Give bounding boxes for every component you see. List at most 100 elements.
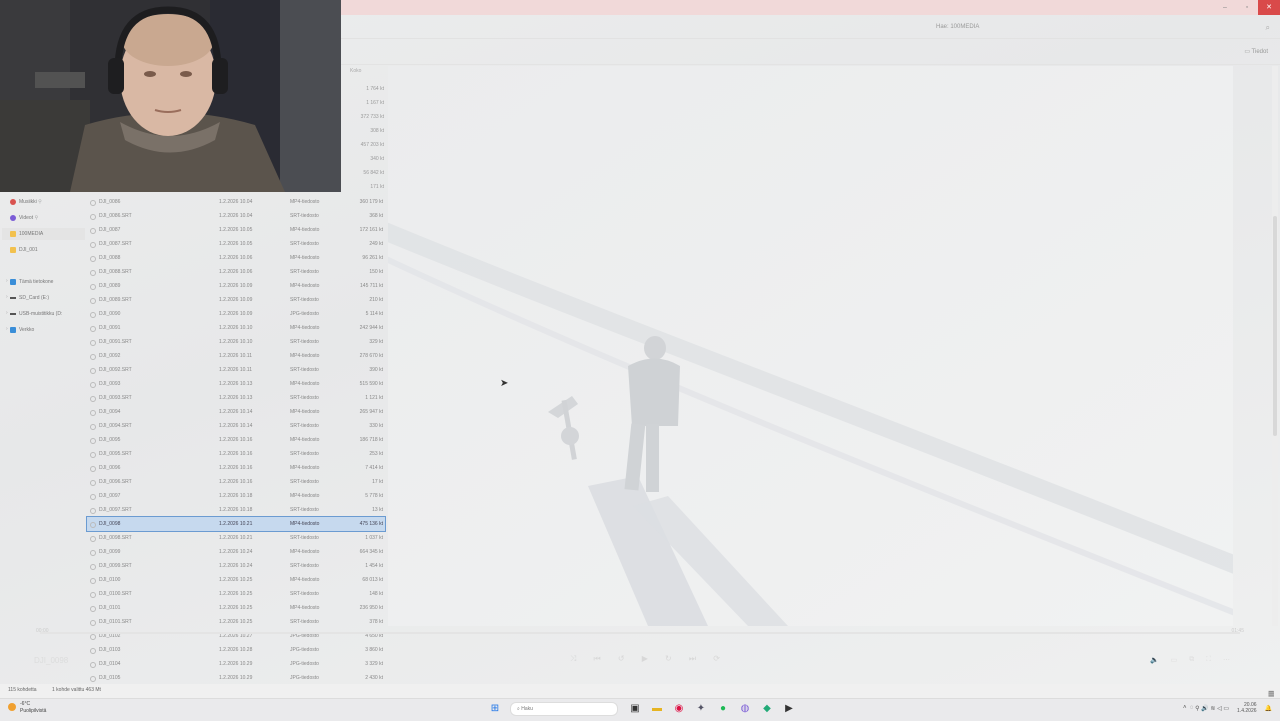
taskbar-search[interactable]: ⌕ Haku bbox=[510, 702, 618, 716]
nav-item-network[interactable]: Verkko bbox=[10, 324, 34, 336]
file-row[interactable]: DJI_0098.SRT 1.2.2026 10.21 SRT-tiedosto 1 … bbox=[87, 531, 385, 545]
browser-icon[interactable]: ◉ bbox=[672, 702, 686, 716]
volume-icon[interactable]: 🔈 bbox=[1150, 656, 1159, 664]
nav-item-100media[interactable]: 100MEDIA bbox=[2, 228, 85, 240]
repeat-icon[interactable]: ⟳ bbox=[713, 654, 720, 666]
file-row[interactable]: DJI_0101 1.2.2026 10.25 MP4-tiedosto 236 95… bbox=[87, 601, 385, 615]
chevron-right-icon[interactable]: › bbox=[6, 326, 8, 332]
miniplayer-icon[interactable]: ⧉ bbox=[1189, 656, 1194, 664]
chevron-up-icon[interactable]: ˄ bbox=[1183, 705, 1187, 711]
file-row[interactable]: DJI_0090 1.2.2026 10.09 JPG-tiedosto 5 114 … bbox=[87, 307, 385, 321]
nav-item-dji001[interactable]: DJI_001 bbox=[10, 244, 38, 256]
network-icon[interactable]: ◌ bbox=[1190, 705, 1194, 711]
file-date: 1.2.2026 10.09 bbox=[219, 283, 253, 289]
nav-item-videos[interactable]: Videot ⚲ bbox=[10, 212, 38, 224]
search-icon[interactable]: ⌕ bbox=[1266, 23, 1270, 33]
chevron-right-icon[interactable]: › bbox=[6, 310, 8, 316]
file-type: JPG-tiedosto bbox=[290, 661, 319, 667]
notification-bell-icon[interactable]: 🔔 bbox=[1265, 705, 1272, 712]
media-player-icon[interactable]: ▶ bbox=[782, 702, 796, 716]
file-row[interactable]: DJI_0091.SRT 1.2.2026 10.10 SRT-tiedosto 32… bbox=[87, 335, 385, 349]
file-row[interactable]: DJI_0089.SRT 1.2.2026 10.09 SRT-tiedosto 21… bbox=[87, 293, 385, 307]
forward-icon[interactable]: ↻ bbox=[665, 654, 672, 666]
file-row[interactable]: DJI_0104 1.2.2026 10.29 JPG-tiedosto 3 329 … bbox=[87, 657, 385, 671]
file-row[interactable]: DJI_0097.SRT 1.2.2026 10.18 SRT-tiedosto 13… bbox=[87, 503, 385, 517]
chevron-right-icon[interactable]: › bbox=[6, 294, 8, 300]
cast-icon[interactable]: ▭ bbox=[1171, 656, 1178, 664]
file-row[interactable]: DJI_0094.SRT 1.2.2026 10.14 SRT-tiedosto 33… bbox=[87, 419, 385, 433]
wifi-icon[interactable]: ≋ bbox=[1210, 705, 1215, 712]
speaker-icon[interactable]: ◁ bbox=[1217, 705, 1222, 712]
file-row[interactable]: DJI_0103 1.2.2026 10.28 JPG-tiedosto 3 860 … bbox=[87, 643, 385, 657]
video-frame[interactable] bbox=[388, 66, 1233, 626]
close-button[interactable]: ✕ bbox=[1258, 0, 1280, 15]
battery-icon[interactable]: ▭ bbox=[1223, 705, 1229, 712]
task-view-icon[interactable]: ▣ bbox=[628, 702, 642, 716]
scrollbar[interactable] bbox=[1272, 66, 1278, 626]
tiles-view-icon[interactable]: ▦ bbox=[1268, 690, 1275, 698]
file-date: 1.2.2026 10.24 bbox=[219, 563, 253, 569]
volume-icon[interactable]: 🔊 bbox=[1201, 705, 1208, 712]
previous-icon[interactable]: ⏮ bbox=[594, 654, 601, 666]
nav-item-usb[interactable]: USB-muistitikku (D: bbox=[10, 308, 62, 320]
file-row[interactable]: DJI_0088.SRT 1.2.2026 10.06 SRT-tiedosto 15… bbox=[87, 265, 385, 279]
clock[interactable]: 20.06 1.4.2026 bbox=[1237, 702, 1256, 714]
file-row[interactable]: DJI_0101.SRT 1.2.2026 10.25 SRT-tiedosto 37… bbox=[87, 615, 385, 629]
rewind-icon[interactable]: ↺ bbox=[618, 654, 625, 666]
size-column-header[interactable]: Koko bbox=[350, 68, 361, 74]
file-row[interactable]: DJI_0097 1.2.2026 10.18 MP4-tiedosto 5 778 … bbox=[87, 489, 385, 503]
file-row[interactable]: DJI_0096 1.2.2026 10.16 MP4-tiedosto 7 414 … bbox=[87, 461, 385, 475]
file-row[interactable]: DJI_0087.SRT 1.2.2026 10.05 SRT-tiedosto 24… bbox=[87, 237, 385, 251]
file-row[interactable]: DJI_0086 1.2.2026 10.04 MP4-tiedosto 360 17… bbox=[87, 195, 385, 209]
file-type: JPG-tiedosto bbox=[290, 647, 319, 653]
discord-icon[interactable]: ◍ bbox=[738, 702, 752, 716]
usb-icon[interactable]: ⚲ bbox=[1195, 705, 1199, 712]
file-row[interactable]: DJI_0095.SRT 1.2.2026 10.16 SRT-tiedosto 25… bbox=[87, 447, 385, 461]
file-row[interactable]: DJI_0099.SRT 1.2.2026 10.24 SRT-tiedosto 1 … bbox=[87, 559, 385, 573]
nav-item-music[interactable]: Musiikki ⚲ bbox=[10, 196, 42, 208]
search-bar[interactable]: Hae: 100MEDIA ⌕ bbox=[341, 18, 1280, 39]
file-row[interactable]: DJI_0086.SRT 1.2.2026 10.04 SRT-tiedosto 36… bbox=[87, 209, 385, 223]
file-icon bbox=[90, 550, 96, 556]
chevron-right-icon[interactable]: › bbox=[6, 278, 8, 284]
file-row[interactable]: DJI_0091 1.2.2026 10.10 MP4-tiedosto 242 94… bbox=[87, 321, 385, 335]
weather-widget[interactable]: -6°C Puolipilvistä bbox=[8, 701, 46, 715]
file-row[interactable]: DJI_0105 1.2.2026 10.29 JPG-tiedosto 2 430 … bbox=[87, 671, 385, 685]
fullscreen-icon[interactable]: ⛶ bbox=[1206, 656, 1211, 664]
file-explorer-icon[interactable]: ▬ bbox=[650, 702, 664, 716]
play-icon[interactable]: ▶ bbox=[642, 654, 648, 666]
nav-item-this-pc[interactable]: Tämä tietokone bbox=[10, 276, 53, 288]
app-icon[interactable]: ◆ bbox=[760, 702, 774, 716]
file-size: 186 718 kt bbox=[359, 437, 383, 443]
search-input[interactable]: Hae: 100MEDIA bbox=[936, 24, 979, 30]
file-type: SRT-tiedosto bbox=[290, 591, 319, 597]
file-row[interactable]: DJI_0098 1.2.2026 10.21 MP4-tiedosto 475 13… bbox=[86, 516, 386, 532]
file-row[interactable]: DJI_0095 1.2.2026 10.16 MP4-tiedosto 186 71… bbox=[87, 433, 385, 447]
file-row[interactable]: DJI_0096.SRT 1.2.2026 10.16 SRT-tiedosto 17… bbox=[87, 475, 385, 489]
file-row[interactable]: DJI_0087 1.2.2026 10.05 MP4-tiedosto 172 16… bbox=[87, 223, 385, 237]
nav-label: Musiikki bbox=[19, 199, 37, 205]
file-row[interactable]: DJI_0094 1.2.2026 10.14 MP4-tiedosto 265 94… bbox=[87, 405, 385, 419]
minimize-button[interactable]: – bbox=[1214, 0, 1236, 15]
file-row[interactable]: DJI_0093.SRT 1.2.2026 10.13 SRT-tiedosto 1 … bbox=[87, 391, 385, 405]
seek-bar[interactable] bbox=[40, 632, 1240, 634]
shuffle-icon[interactable]: ⤨ bbox=[570, 654, 576, 666]
details-button[interactable]: ▭ Tiedot bbox=[1244, 48, 1268, 55]
more-icon[interactable]: ⋯ bbox=[1223, 656, 1230, 664]
file-row[interactable]: DJI_0099 1.2.2026 10.24 MP4-tiedosto 664 34… bbox=[87, 545, 385, 559]
app-icon[interactable]: ✦ bbox=[694, 702, 708, 716]
file-row[interactable]: DJI_0088 1.2.2026 10.06 MP4-tiedosto 96 261… bbox=[87, 251, 385, 265]
nav-item-sd-card[interactable]: SD_Card (E:) bbox=[10, 292, 49, 304]
file-row[interactable]: DJI_0092.SRT 1.2.2026 10.11 SRT-tiedosto 39… bbox=[87, 363, 385, 377]
file-row[interactable]: DJI_0092 1.2.2026 10.11 MP4-tiedosto 278 67… bbox=[87, 349, 385, 363]
file-row[interactable]: DJI_0089 1.2.2026 10.09 MP4-tiedosto 145 71… bbox=[87, 279, 385, 293]
spotify-icon[interactable]: ● bbox=[716, 702, 730, 716]
file-row[interactable]: DJI_0100 1.2.2026 10.25 MP4-tiedosto 68 013… bbox=[87, 573, 385, 587]
next-icon[interactable]: ⏭ bbox=[689, 654, 696, 666]
file-row[interactable]: DJI_0100.SRT 1.2.2026 10.25 SRT-tiedosto 14… bbox=[87, 587, 385, 601]
maximize-button[interactable]: ▫ bbox=[1236, 0, 1258, 15]
file-row[interactable]: DJI_0093 1.2.2026 10.13 MP4-tiedosto 515 59… bbox=[87, 377, 385, 391]
start-icon[interactable]: ⊞ bbox=[488, 702, 502, 716]
file-icon bbox=[90, 312, 96, 318]
scrollbar-thumb[interactable] bbox=[1273, 216, 1277, 436]
